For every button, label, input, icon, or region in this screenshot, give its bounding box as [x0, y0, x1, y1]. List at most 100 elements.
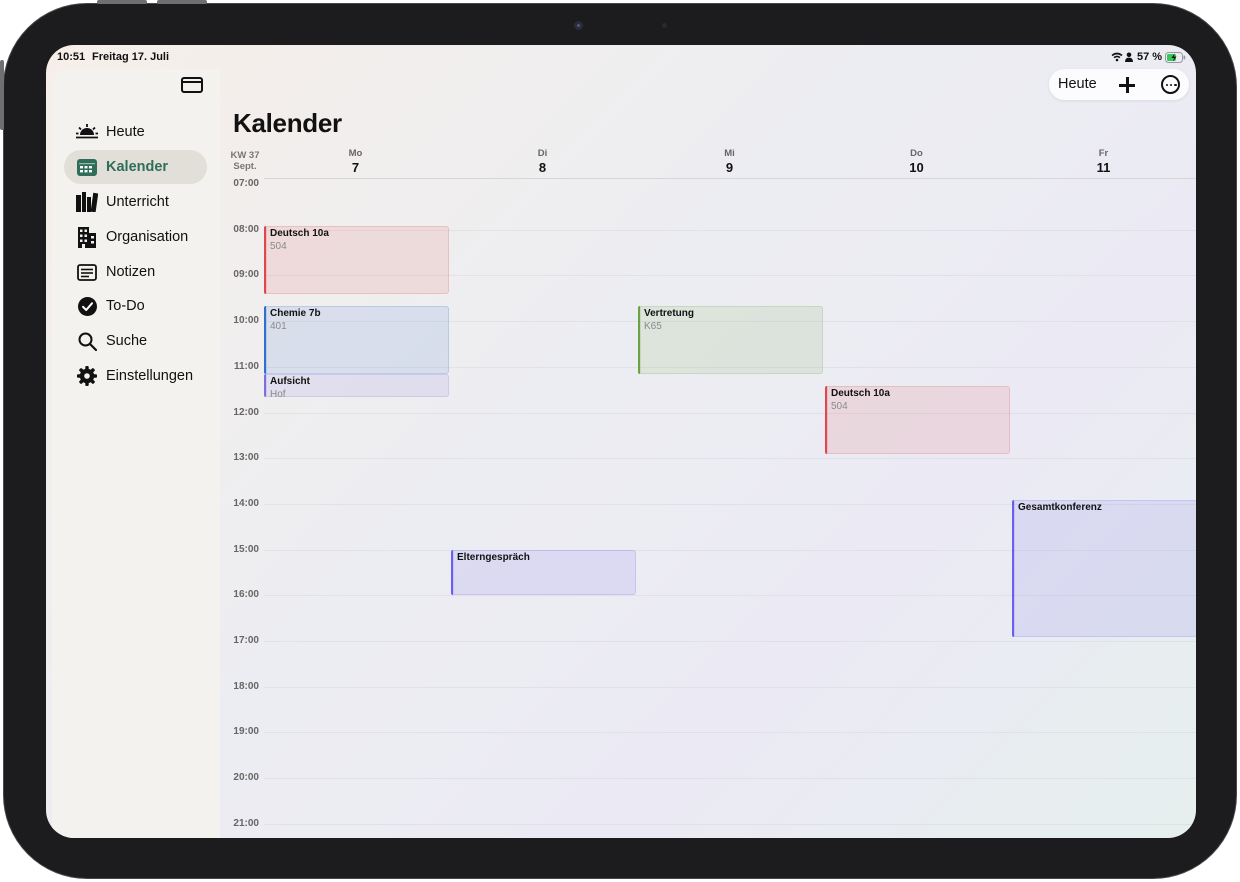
sidebar-item-label: Kalender	[106, 159, 169, 175]
sidebar-item-kalender[interactable]: Kalender	[64, 150, 207, 184]
event-room: 504	[270, 240, 287, 252]
hour-label: 17:00	[233, 635, 259, 646]
hour-label: 10:00	[233, 315, 259, 327]
today-button[interactable]: Heute	[1058, 76, 1097, 92]
calendar-event[interactable]: Aufsicht Hof	[264, 374, 449, 398]
toolbar: Heute	[1049, 69, 1189, 100]
hour-line	[264, 823, 1196, 825]
add-icon[interactable]	[1117, 75, 1137, 95]
hour-label: 09:00	[233, 269, 259, 281]
calendar-event[interactable]: Chemie 7b 401	[264, 305, 449, 375]
hour-line	[264, 686, 1196, 688]
hour-label: 21:00	[233, 817, 259, 829]
hour-label: 11:00	[233, 360, 259, 372]
week-number: KW 37	[230, 150, 260, 161]
hour-label: 08:00	[233, 223, 259, 235]
hour-label: 12:00	[233, 406, 259, 418]
calendar-event[interactable]: Gesamtkonferenz	[1012, 500, 1196, 638]
event-room: K65	[644, 320, 662, 332]
hour-line	[264, 778, 1196, 780]
camera-icon	[574, 21, 583, 30]
event-room: Hof	[270, 389, 286, 398]
battery-percent: 57 %	[1137, 51, 1163, 63]
event-room: 504	[831, 400, 848, 412]
wifi-icon	[1111, 52, 1123, 62]
status-date: Freitag 17. Juli	[92, 51, 170, 63]
search-icon	[73, 330, 101, 352]
event-title: Deutsch 10a	[270, 227, 329, 239]
more-icon[interactable]	[1161, 75, 1180, 94]
gear-icon	[73, 365, 101, 387]
day-header[interactable]: Fr 11	[1010, 148, 1196, 175]
person-icon	[1125, 52, 1133, 62]
sidebar-toggle-icon[interactable]	[181, 77, 203, 93]
day-header[interactable]: Mi 9	[636, 148, 823, 175]
sidebar-item-einstellungen[interactable]: Einstellungen	[64, 359, 207, 393]
day-header[interactable]: Do 10	[823, 148, 1010, 175]
hour-label: 16:00	[233, 589, 259, 601]
day-number: 8	[538, 160, 547, 175]
volume-button	[157, 0, 207, 4]
hour-line	[264, 732, 1196, 734]
sidebar-item-organisation[interactable]: Organisation	[64, 220, 207, 254]
calendar-event[interactable]: Deutsch 10a 504	[264, 225, 449, 295]
hour-label: 15:00	[233, 543, 259, 555]
day-name: Di	[537, 148, 548, 159]
sidebar-item-label: Einstellungen	[106, 368, 194, 384]
sidebar: Heute Kalender Unterricht Organisation N…	[52, 69, 220, 838]
event-title: Deutsch 10a	[831, 387, 890, 399]
day-header[interactable]: Mo 7	[262, 148, 449, 175]
hour-line	[264, 641, 1196, 642]
battery-icon	[1165, 52, 1186, 63]
sidebar-item-notizen[interactable]: Notizen	[64, 255, 207, 289]
building-icon	[73, 226, 101, 248]
event-title: Chemie 7b	[270, 307, 321, 319]
notes-icon	[73, 261, 101, 283]
sensor	[662, 23, 667, 28]
event-room: 401	[270, 320, 287, 332]
sidebar-item-label: To-Do	[106, 298, 145, 314]
calendar-icon	[73, 156, 101, 178]
calendar-event[interactable]: Vertretung K65	[638, 305, 823, 375]
calendar-event[interactable]: Elterngespräch	[451, 549, 636, 596]
event-title: Elterngespräch	[457, 551, 530, 563]
hour-line	[264, 412, 1196, 414]
day-number: 7	[351, 160, 360, 175]
hour-label: 13:00	[233, 452, 259, 464]
top-button	[0, 60, 4, 130]
header-divider	[264, 178, 1196, 179]
day-name: Fr	[1098, 148, 1109, 159]
day-number: 9	[725, 160, 734, 175]
screen: 10:51 Freitag 17. Juli 57 % Heute Kalend…	[46, 45, 1196, 838]
day-name: Do	[910, 148, 923, 159]
sidebar-item-label: Organisation	[106, 229, 189, 245]
sidebar-item-label: Notizen	[106, 264, 156, 280]
hour-label: 07:00	[233, 178, 259, 189]
week-month: Sept.	[233, 161, 257, 172]
hour-label: 20:00	[233, 772, 259, 784]
event-title: Gesamtkonferenz	[1018, 502, 1102, 514]
sidebar-item-todo[interactable]: To-Do	[64, 289, 207, 323]
sidebar-item-heute[interactable]: Heute	[64, 115, 207, 149]
status-time: 10:51	[57, 51, 86, 63]
sidebar-item-suche[interactable]: Suche	[64, 324, 207, 358]
day-number: 10	[909, 160, 924, 175]
hour-label: 19:00	[233, 726, 259, 738]
checkmark-circle-icon	[73, 295, 101, 317]
hour-label: 18:00	[233, 680, 259, 692]
day-header[interactable]: Di 8	[449, 148, 636, 175]
sidebar-item-label: Suche	[106, 333, 148, 349]
day-number: 11	[1096, 160, 1111, 175]
sidebar-item-label: Unterricht	[106, 194, 169, 210]
hour-line	[264, 458, 1196, 460]
day-name: Mi	[724, 148, 735, 159]
sidebar-item-label: Heute	[106, 124, 145, 140]
day-name: Mo	[348, 148, 363, 159]
event-title: Aufsicht	[270, 376, 310, 388]
page-title: Kalender	[233, 108, 342, 138]
calendar-event[interactable]: Deutsch 10a 504	[825, 385, 1010, 455]
sidebar-item-unterricht[interactable]: Unterricht	[64, 185, 207, 219]
volume-button	[97, 0, 147, 4]
hour-label: 14:00	[233, 497, 259, 509]
books-icon	[73, 191, 101, 213]
